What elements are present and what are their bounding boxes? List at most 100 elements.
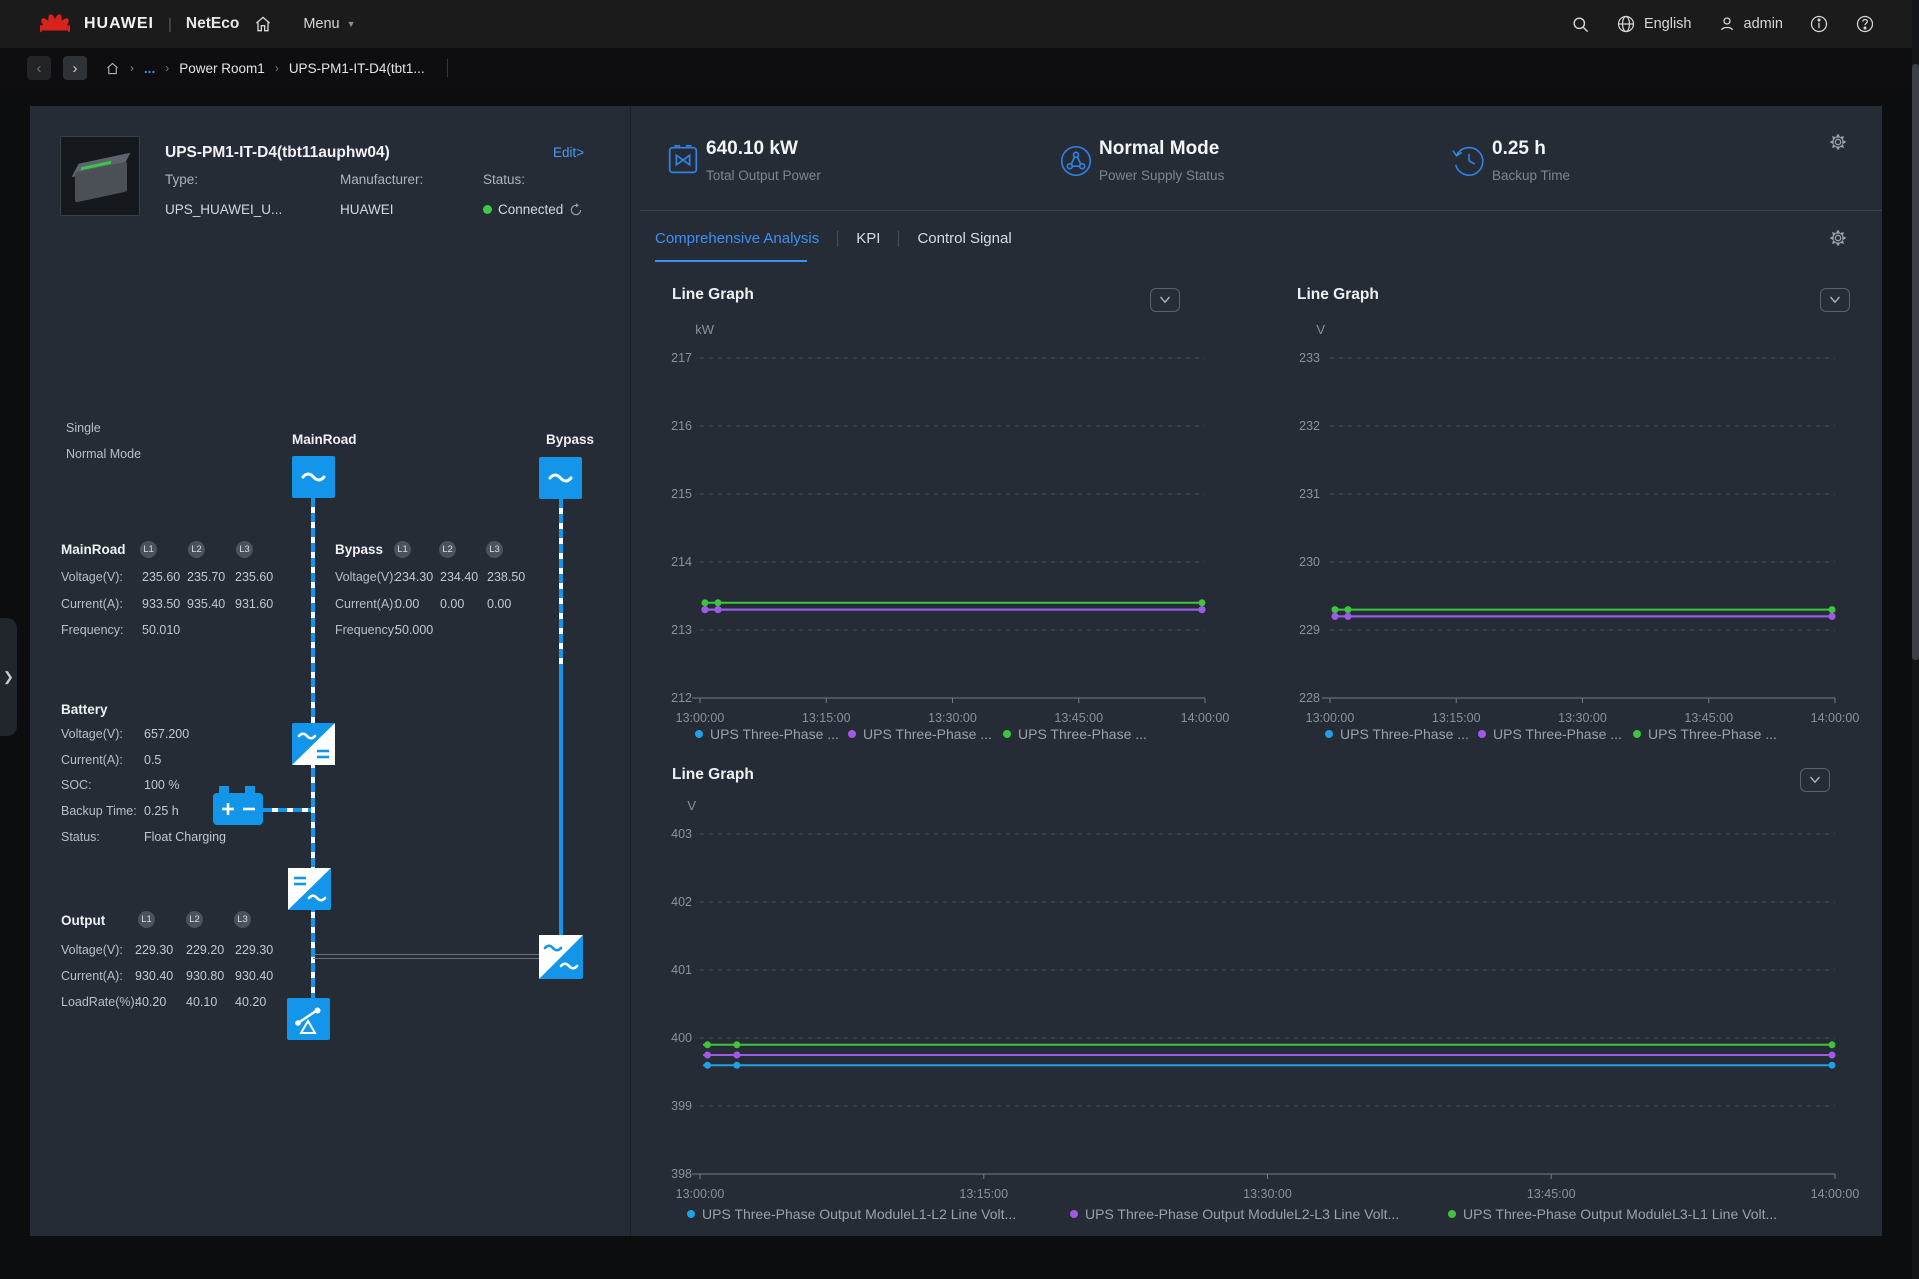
output-table-title: Output — [61, 913, 105, 928]
kpi-value: Normal Mode — [1099, 138, 1219, 160]
cell-value: 235.70 — [187, 570, 225, 584]
legend-label: UPS Three-Phase Output ModuleL2-L3 Line … — [1085, 1206, 1399, 1222]
row-label: Backup Time: — [61, 804, 137, 818]
tab-kpi[interactable]: KPI — [856, 230, 880, 247]
cell-value: 100 % — [144, 778, 179, 792]
legend-item[interactable]: UPS Three-Phase Output ModuleL2-L3 Line … — [1070, 1206, 1399, 1222]
cell-value: Float Charging — [144, 830, 226, 844]
tab-control-signal[interactable]: Control Signal — [917, 230, 1011, 247]
cell-value: 229.30 — [135, 943, 173, 957]
legend-label: UPS Three-Phase ... — [863, 726, 992, 742]
battery-flow-line — [263, 808, 311, 812]
svg-text:233: 233 — [1299, 351, 1320, 365]
svg-text:13:30:00: 13:30:00 — [1558, 711, 1607, 725]
redundancy-mode: Single — [66, 421, 101, 435]
breadcrumb-ellipsis[interactable]: ... — [144, 61, 155, 76]
legend-item[interactable]: UPS Three-Phase ... — [1633, 726, 1777, 742]
legend-item[interactable]: UPS Three-Phase Output ModuleL1-L2 Line … — [687, 1206, 1016, 1222]
bypass-line — [559, 669, 563, 937]
legend-item[interactable]: UPS Three-Phase ... — [848, 726, 992, 742]
svg-text:14:00:00: 14:00:00 — [1181, 711, 1230, 725]
legend-item[interactable]: UPS Three-Phase ... — [1325, 726, 1469, 742]
manufacturer-label: Manufacturer: — [340, 172, 423, 187]
svg-text:214: 214 — [671, 555, 692, 569]
phase-badge: L2 — [188, 541, 205, 558]
home-icon[interactable] — [253, 14, 273, 34]
type-label: Type: — [165, 172, 198, 187]
svg-text:216: 216 — [671, 419, 692, 433]
svg-text:13:00:00: 13:00:00 — [1306, 711, 1355, 725]
back-button[interactable]: ‹ — [27, 56, 51, 80]
inverter-icon — [288, 868, 331, 910]
mainroad-node-label: MainRoad — [292, 432, 357, 447]
svg-text:13:30:00: 13:30:00 — [928, 711, 977, 725]
legend-label: UPS Three-Phase ... — [710, 726, 839, 742]
legend-dot-icon — [1478, 730, 1486, 738]
status-value: Connected — [498, 202, 563, 217]
menu-button[interactable]: Menu ▼ — [303, 16, 355, 32]
svg-text:V: V — [1316, 322, 1325, 337]
breadcrumb-room-link[interactable]: Power Room1 — [179, 61, 265, 76]
tab-comprehensive-analysis[interactable]: Comprehensive Analysis — [655, 230, 819, 247]
forward-button[interactable]: › — [63, 56, 87, 80]
phase-badge: L3 — [236, 541, 253, 558]
svg-text:217: 217 — [671, 351, 692, 365]
phase-badge: L1 — [394, 541, 411, 558]
chart-settings-gear-icon[interactable] — [1828, 228, 1848, 248]
cell-value: 40.20 — [135, 995, 166, 1009]
legend-item[interactable]: UPS Three-Phase ... — [1478, 726, 1622, 742]
phase-badge: L1 — [140, 541, 157, 558]
legend-item[interactable]: UPS Three-Phase ... — [695, 726, 839, 742]
chart-collapse-button[interactable] — [1150, 288, 1180, 312]
info-icon[interactable] — [1809, 14, 1829, 34]
refresh-icon[interactable] — [569, 203, 583, 217]
sidebar-expander[interactable]: ❯ — [0, 618, 17, 736]
scrollbar-thumb[interactable] — [1912, 64, 1919, 660]
cell-value: 50.010 — [142, 623, 180, 637]
breadcrumb-device-link[interactable]: UPS-PM1-IT-D4(tbt1... — [289, 61, 425, 76]
battery-icon — [213, 786, 265, 828]
row-label: Voltage(V): — [335, 570, 397, 584]
breadcrumb-separator: › — [275, 61, 279, 75]
legend-dot-icon — [1325, 730, 1333, 738]
row-label: Current(A): — [61, 753, 123, 767]
svg-text:13:15:00: 13:15:00 — [802, 711, 851, 725]
menu-label: Menu — [303, 16, 339, 32]
chart-collapse-button[interactable] — [1820, 288, 1850, 312]
chart-title: Line Graph — [672, 766, 754, 784]
language-selector[interactable]: English — [1616, 14, 1692, 34]
legend-label: UPS Three-Phase ... — [1493, 726, 1622, 742]
row-label: Current(A): — [61, 969, 123, 983]
line-graph-panel: V23323223123022922813:00:0013:15:0013:30… — [1255, 278, 1882, 764]
svg-text:kW: kW — [695, 322, 715, 337]
kpi-caption: Backup Time — [1492, 168, 1570, 183]
cell-value: 235.60 — [235, 570, 273, 584]
svg-text:231: 231 — [1299, 487, 1320, 501]
cell-value: 930.40 — [135, 969, 173, 983]
row-label: Current(A): — [61, 597, 123, 611]
cell-value: 933.50 — [142, 597, 180, 611]
help-icon[interactable] — [1855, 14, 1875, 34]
legend-item[interactable]: UPS Three-Phase Output ModuleL3-L1 Line … — [1448, 1206, 1777, 1222]
legend-dot-icon — [687, 1210, 695, 1218]
bypass-flow-line — [559, 499, 563, 669]
svg-text:13:00:00: 13:00:00 — [676, 1187, 725, 1201]
breadcrumb-divider — [447, 59, 448, 77]
cell-value: 930.40 — [235, 969, 273, 983]
legend-item[interactable]: UPS Three-Phase ... — [1003, 726, 1147, 742]
edit-link[interactable]: Edit> — [553, 145, 584, 160]
chart-collapse-button[interactable] — [1800, 768, 1830, 792]
manufacturer-value: HUAWEI — [340, 202, 394, 217]
user-menu[interactable]: admin — [1718, 15, 1784, 33]
breadcrumb-home-icon[interactable] — [105, 61, 120, 76]
svg-text:402: 402 — [671, 895, 692, 909]
svg-text:212: 212 — [671, 691, 692, 705]
svg-text:401: 401 — [671, 963, 692, 977]
cell-value: 235.60 — [142, 570, 180, 584]
svg-text:13:15:00: 13:15:00 — [959, 1187, 1008, 1201]
product-name: NetEco — [186, 15, 239, 33]
kpi-settings-gear-icon[interactable] — [1828, 132, 1848, 152]
legend-dot-icon — [1070, 1210, 1078, 1218]
search-icon[interactable] — [1571, 15, 1590, 34]
username-label: admin — [1744, 16, 1784, 32]
